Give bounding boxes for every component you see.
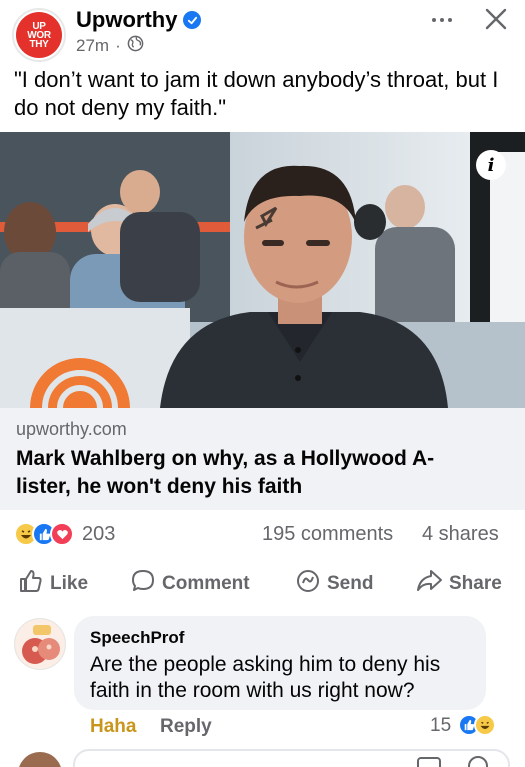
like-icon: [18, 568, 44, 600]
send-button[interactable]: Send: [295, 568, 373, 600]
meta-dot: ·: [115, 36, 121, 55]
like-button[interactable]: Like: [18, 568, 88, 600]
share-icon: [415, 568, 443, 600]
like-label: Like: [50, 573, 89, 594]
globe-icon: [127, 35, 144, 57]
photo-illustration: [0, 132, 525, 408]
more-icon[interactable]: [425, 8, 459, 32]
reaction-icons[interactable]: [14, 522, 74, 546]
commenter-avatar[interactable]: [14, 618, 66, 670]
post-time[interactable]: 27m: [76, 36, 109, 56]
shares-count[interactable]: 4 shares: [422, 523, 499, 546]
comment-reply-button[interactable]: Reply: [160, 716, 212, 738]
link-card[interactable]: upworthy.com Mark Wahlberg on why, as a …: [0, 408, 525, 510]
comment-item: SpeechProf Are the people asking him to …: [0, 612, 525, 746]
info-icon[interactable]: i: [476, 150, 506, 180]
comment-author[interactable]: SpeechProf: [90, 628, 184, 648]
post-stats: 203 195 comments 4 shares: [0, 518, 525, 552]
comment-icon: [130, 568, 156, 600]
page-avatar[interactable]: UP WOR THY: [12, 8, 66, 62]
comments-count[interactable]: 195 comments: [262, 523, 393, 546]
send-label: Send: [327, 573, 374, 594]
share-label: Share: [449, 573, 502, 594]
comment-text: Are the people asking him to deny his fa…: [90, 653, 441, 702]
post-text: "I don’t want to jam it down anybody’s t…: [14, 67, 499, 120]
send-icon: [295, 568, 321, 600]
post-meta: 27m ·: [76, 35, 144, 57]
logo-line-3: THY: [29, 38, 49, 50]
action-bar: Like Comment Send Share: [0, 560, 525, 604]
love-reaction-icon: [50, 522, 74, 546]
reaction-count[interactable]: 203: [82, 523, 115, 546]
verified-badge-icon: [183, 11, 202, 29]
share-button[interactable]: Share: [415, 568, 502, 600]
page-name[interactable]: Upworthy: [76, 7, 177, 33]
link-domain: upworthy.com: [16, 419, 127, 439]
link-title: Mark Wahlberg on why, as a Hollywood A-l…: [16, 447, 435, 498]
link-preview-image[interactable]: [0, 132, 525, 408]
haha-reaction-icon: [474, 714, 496, 736]
comment-label: Comment: [162, 573, 250, 594]
comment-button[interactable]: Comment: [130, 568, 250, 600]
page-logo: UP WOR THY: [16, 12, 62, 58]
avatar-illustration: [15, 619, 65, 669]
comment-reaction-count[interactable]: 15: [430, 715, 451, 737]
comment-composer-partial: [0, 748, 525, 767]
comment-bubble[interactable]: SpeechProf Are the people asking him to …: [74, 616, 486, 710]
comment-haha-button[interactable]: Haha: [90, 716, 136, 738]
page-name-row: Upworthy: [76, 7, 202, 33]
close-icon[interactable]: [482, 5, 510, 33]
comment-reaction-icons[interactable]: [458, 714, 496, 736]
partial-row-illustration: [19, 749, 510, 767]
post-header: UP WOR THY Upworthy 27m ·: [0, 0, 525, 64]
